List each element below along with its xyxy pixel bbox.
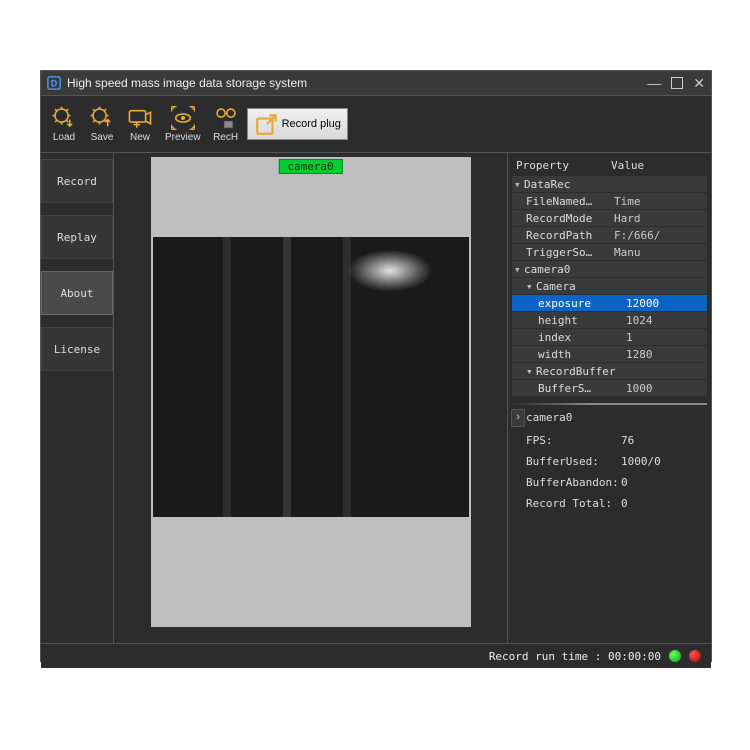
- properties-panel: Property Value ▾DataRec FileNamed…Time R…: [507, 153, 711, 643]
- collapse-toggle[interactable]: ›: [511, 409, 525, 427]
- sidebar-item-replay[interactable]: Replay: [41, 215, 113, 259]
- save-label: Save: [91, 132, 114, 143]
- preview-frame: camera0: [151, 157, 471, 627]
- tree-row[interactable]: height1024: [512, 312, 707, 328]
- svg-text:D: D: [51, 79, 57, 89]
- camera-stats: camera0 FPS:76 BufferUsed:1000/0 BufferA…: [512, 409, 707, 518]
- gear-up-icon: [89, 105, 115, 131]
- preview-label: Preview: [165, 132, 201, 143]
- new-label: New: [130, 132, 150, 143]
- tree-row[interactable]: width1280: [512, 346, 707, 362]
- minimize-button[interactable]: —: [647, 75, 661, 92]
- run-time-label: Record run time : 00:00:00: [489, 650, 661, 663]
- sidebar-item-about[interactable]: About: [41, 271, 113, 315]
- fps-label: FPS:: [526, 434, 621, 447]
- tree-row[interactable]: TriggerSo…Manu: [512, 244, 707, 260]
- separator: [512, 403, 707, 405]
- header-property: Property: [516, 159, 611, 172]
- tree-row[interactable]: RecordPathF:/666/: [512, 227, 707, 243]
- titlebar: D High speed mass image data storage sys…: [41, 71, 711, 96]
- new-button[interactable]: New: [123, 103, 157, 145]
- gear-down-icon: [51, 105, 77, 131]
- camera-label: camera0: [278, 159, 342, 174]
- toolbar: Load Save New Preview RecH Record plug: [41, 96, 711, 153]
- properties-header: Property Value: [512, 157, 707, 176]
- app-icon: D: [47, 76, 61, 90]
- record-plug-label: Record plug: [282, 118, 341, 130]
- tree-node-datarec[interactable]: ▾DataRec: [512, 176, 707, 192]
- dual-camera-icon: [213, 105, 239, 131]
- tree-node-camera[interactable]: ▾Camera: [512, 278, 707, 294]
- window-title: High speed mass image data storage syste…: [67, 76, 307, 90]
- fps-value: 76: [621, 434, 634, 447]
- recordtotal-value: 0: [621, 497, 628, 510]
- tree-node-recordbuffer[interactable]: ▾RecordBuffer: [512, 363, 707, 379]
- header-value: Value: [611, 159, 644, 172]
- tree-row[interactable]: FileNamed…Time: [512, 193, 707, 209]
- external-icon: [254, 111, 280, 137]
- stats-camera: camera0: [526, 411, 703, 424]
- tree-row-exposure[interactable]: exposure12000: [512, 295, 707, 311]
- bufferabandon-value: 0: [621, 476, 628, 489]
- status-dot-red: [689, 650, 701, 662]
- load-button[interactable]: Load: [47, 103, 81, 145]
- tree-row[interactable]: index1: [512, 329, 707, 345]
- statusbar: Record run time : 00:00:00: [41, 643, 711, 668]
- sidebar-item-license[interactable]: License: [41, 327, 113, 371]
- record-plug-button[interactable]: Record plug: [247, 108, 348, 140]
- properties-tree: ▾DataRec FileNamed…Time RecordModeHard R…: [512, 176, 707, 397]
- status-dot-green: [669, 650, 681, 662]
- load-label: Load: [53, 132, 75, 143]
- viewport: camera0: [114, 153, 507, 643]
- bufferused-label: BufferUsed:: [526, 455, 621, 468]
- app-window: D High speed mass image data storage sys…: [40, 70, 712, 662]
- tree-row[interactable]: RecordModeHard: [512, 210, 707, 226]
- sidebar: Record Replay About License: [41, 153, 114, 643]
- bufferabandon-label: BufferAbandon:: [526, 476, 621, 489]
- camera-plus-icon: [127, 105, 153, 131]
- sidebar-item-record[interactable]: Record: [41, 159, 113, 203]
- recordtotal-label: Record Total:: [526, 497, 621, 510]
- close-button[interactable]: ✕: [693, 75, 705, 92]
- preview-button[interactable]: Preview: [161, 103, 205, 145]
- save-button[interactable]: Save: [85, 103, 119, 145]
- camera-image: [153, 237, 469, 517]
- eye-icon: [170, 105, 196, 131]
- tree-node-camera0[interactable]: ▾camera0: [512, 261, 707, 277]
- record-button[interactable]: RecH: [209, 103, 243, 145]
- reco-label: RecH: [213, 132, 238, 143]
- bufferused-value: 1000/0: [621, 455, 661, 468]
- tree-row[interactable]: BufferS…1000: [512, 380, 707, 396]
- maximize-button[interactable]: [671, 75, 683, 92]
